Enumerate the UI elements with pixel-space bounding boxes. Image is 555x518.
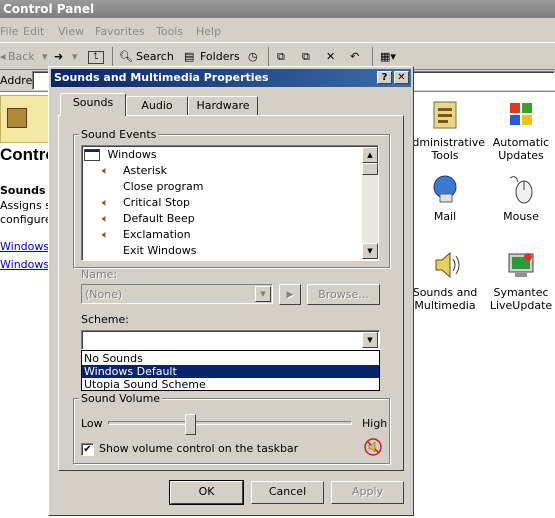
name-combobox: (None) ▼ [81, 284, 273, 304]
control-panel-title-bar: Control Panel [0, 0, 555, 18]
scroll-thumb[interactable] [362, 163, 378, 175]
browse-button: Browse... [307, 284, 380, 305]
views-icon[interactable]: ▦▾ [380, 50, 396, 63]
sound-event-critical-stop[interactable]: 🔈︎ Critical Stop [102, 195, 190, 211]
administrative-tools-item[interactable]: Administrative Tools [405, 98, 485, 162]
menu-view[interactable]: View [58, 25, 84, 38]
scheme-option-utopia[interactable]: Utopia Sound Scheme [82, 378, 379, 391]
automatic-updates-label-1: Automatic [492, 136, 550, 149]
volume-slider-thumb[interactable] [185, 414, 196, 435]
sounds-and-multimedia-label-2: Multimedia [414, 299, 476, 312]
sound-volume-legend: Sound Volume [79, 392, 163, 405]
mail-label: Mail [433, 210, 457, 223]
play-button: ▶ [279, 284, 301, 305]
menu-file[interactable]: File [0, 25, 18, 38]
symantec-liveupdate-label-2: LiveUpdate [489, 299, 553, 312]
sounds-and-multimedia-item[interactable]: Sounds and Multimedia [405, 248, 485, 312]
move-to-icon[interactable]: ⧉ [277, 50, 285, 64]
administrative-tools-label-1: Administrative [405, 136, 486, 149]
automatic-updates-label-2: Updates [498, 149, 544, 162]
menu-tools[interactable]: Tools [156, 25, 183, 38]
scroll-down-icon[interactable]: ▼ [362, 243, 378, 259]
speaker-icon: 🔈︎ [102, 196, 109, 209]
ok-button[interactable]: OK [169, 480, 244, 505]
mouse-icon [504, 172, 538, 206]
sound-events-scrollbar[interactable]: ▲ ▼ [362, 147, 378, 259]
apply-button: Apply [331, 481, 404, 504]
volume-slider-track[interactable] [108, 421, 352, 425]
volume-low-label: Low [81, 417, 103, 430]
mouse-label: Mouse [503, 210, 539, 223]
sound-event-windows[interactable]: Windows [84, 147, 157, 163]
sounds-and-multimedia-label-1: Sounds and [412, 286, 478, 299]
muted-speaker-icon [364, 438, 382, 456]
automatic-updates-item[interactable]: Automatic Updates [481, 98, 555, 162]
administrative-tools-label-2: Tools [431, 149, 459, 162]
administrative-tools-icon [428, 98, 462, 132]
sound-event-default-beep[interactable]: 🔈︎ Default Beep [102, 211, 195, 227]
taskbar-volume-label[interactable]: Show volume control on the taskbar [99, 442, 298, 455]
sound-events-list[interactable]: Windows 🔈︎ Asterisk Close program 🔈︎ Cri… [81, 145, 379, 261]
scheme-select[interactable]: ▼ [81, 330, 380, 350]
speaker-icon [428, 248, 462, 282]
search-icon[interactable]: 🔍︎ [119, 50, 133, 63]
mail-item[interactable]: Mail [405, 172, 485, 223]
back-button[interactable]: Back [8, 50, 35, 63]
delete-icon[interactable]: ✕ [326, 50, 335, 63]
name-value: (None) [85, 288, 123, 301]
volume-high-label: High [362, 417, 388, 430]
control-panel-folder-icon [0, 95, 50, 143]
speaker-icon: 🔈︎ [102, 228, 109, 241]
scheme-option-windows-default[interactable]: Windows Default [82, 365, 379, 378]
back-dropdown-icon[interactable]: ▾ [42, 50, 48, 63]
scroll-up-icon[interactable]: ▲ [362, 147, 378, 163]
up-folder-icon[interactable]: ⮤ [88, 51, 104, 64]
taskbar-volume-checkbox[interactable]: ✔ [81, 443, 94, 456]
cancel-button[interactable]: Cancel [251, 481, 324, 504]
menu-help[interactable]: Help [196, 25, 221, 38]
forward-icon[interactable]: ➜ [54, 50, 63, 63]
tab-audio[interactable]: Audio [126, 96, 188, 116]
close-button[interactable]: ✕ [394, 71, 409, 84]
symantec-liveupdate-icon [504, 248, 538, 282]
mouse-item[interactable]: Mouse [481, 172, 555, 223]
symantec-liveupdate-label-1: Symantec [493, 286, 549, 299]
scheme-dropdown-list[interactable]: No Sounds Windows Default Utopia Sound S… [81, 350, 380, 391]
history-icon[interactable]: ◷ [248, 50, 258, 63]
menu-favorites[interactable]: Favorites [95, 25, 145, 38]
back-icon[interactable]: ◂ [0, 50, 6, 63]
tab-hardware[interactable]: Hardware [188, 96, 258, 116]
folders-button[interactable]: Folders [200, 50, 240, 63]
help-button[interactable]: ? [377, 71, 392, 84]
scheme-dropdown-icon[interactable]: ▼ [362, 332, 378, 348]
search-button[interactable]: Search [136, 50, 174, 63]
forward-dropdown-icon[interactable]: ▾ [72, 50, 78, 63]
tab-sounds[interactable]: Sounds [60, 93, 126, 116]
mail-icon [428, 172, 462, 206]
copy-to-icon[interactable]: ⧉ [302, 50, 310, 64]
menu-edit[interactable]: Edit [23, 25, 44, 38]
dialog-title-bar[interactable]: Sounds and Multimedia Properties [51, 69, 411, 87]
name-dropdown-icon: ▼ [255, 286, 271, 302]
speaker-icon: 🔈︎ [102, 164, 109, 177]
scheme-option-no-sounds[interactable]: No Sounds [82, 352, 379, 365]
control-panel-title: Control Panel [3, 2, 95, 16]
toolbar-divider [268, 47, 269, 67]
tab-sounds-joint [61, 114, 125, 117]
menu-bar: File Edit View Favorites Tools Help [0, 22, 555, 42]
undo-icon[interactable]: ↶ [350, 50, 359, 63]
sound-events-legend: Sound Events [79, 128, 159, 141]
sound-event-exclamation[interactable]: 🔈︎ Exclamation [102, 227, 191, 243]
sound-event-asterisk[interactable]: 🔈︎ Asterisk [102, 163, 167, 179]
window-icon [84, 149, 100, 161]
folders-icon[interactable]: ▤ [184, 50, 194, 63]
name-label: Name: [81, 268, 118, 281]
automatic-updates-icon [504, 98, 538, 132]
toolbar-divider [372, 47, 373, 67]
dialog-title: Sounds and Multimedia Properties [54, 71, 269, 84]
speaker-icon: 🔈︎ [102, 212, 109, 225]
symantec-liveupdate-item[interactable]: Symantec LiveUpdate [481, 248, 555, 312]
scheme-label: Scheme: [81, 313, 129, 326]
toolbar-divider [112, 47, 113, 67]
